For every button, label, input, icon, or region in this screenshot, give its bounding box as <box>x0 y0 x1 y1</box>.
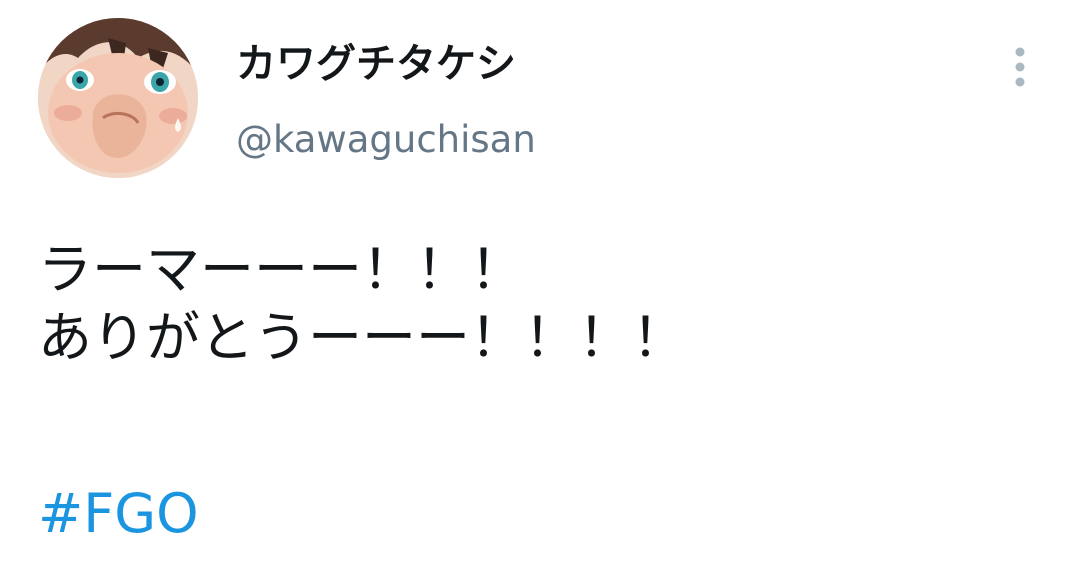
tweet-card: カワグチタケシ @kawaguchisan ラーマーーー！！！ ありがとうーーー… <box>0 0 1080 573</box>
display-name[interactable]: カワグチタケシ <box>236 38 516 90</box>
more-vertical-icon <box>1015 47 1025 87</box>
avatar[interactable] <box>38 18 198 178</box>
more-options-button[interactable] <box>1000 42 1040 94</box>
tweet-text: ラーマーーー！！！ ありがとうーーー！！！！ <box>38 236 686 372</box>
avatar-illustration <box>38 18 198 178</box>
tweet-line: ラーマーーー！！！ <box>38 238 524 301</box>
hashtag-link[interactable]: #FGO <box>38 480 199 548</box>
user-handle[interactable]: @kawaguchisan <box>236 114 536 166</box>
tweet-line: ありがとうーーー！！！！ <box>38 306 686 369</box>
